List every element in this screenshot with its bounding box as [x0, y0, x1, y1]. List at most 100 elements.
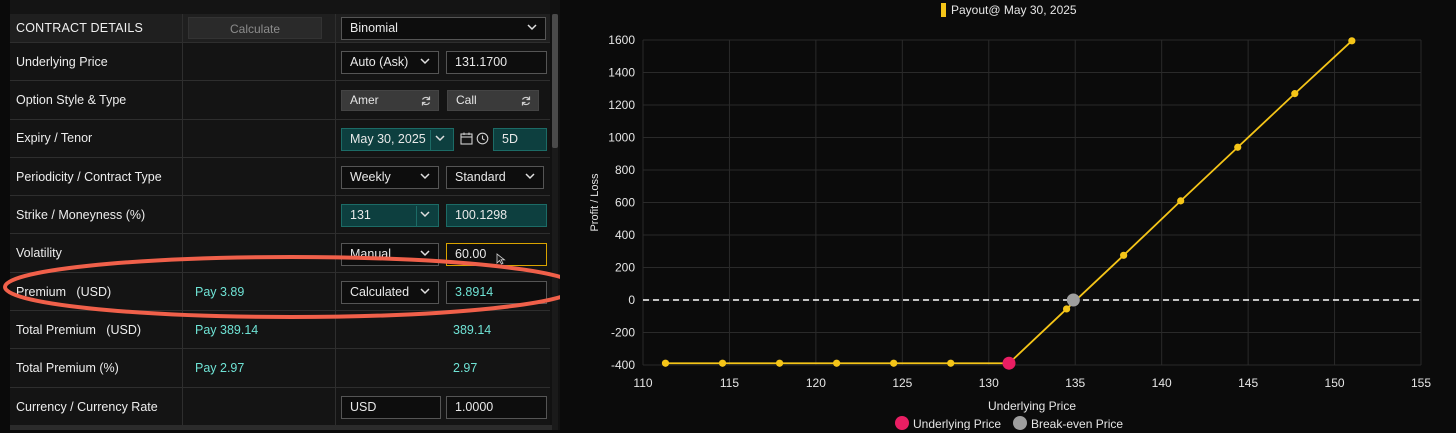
label-option-style-type: Option Style & Type	[16, 93, 127, 107]
row-divider	[10, 310, 550, 311]
label-total-premium-usd: Total Premium (USD)	[16, 323, 142, 337]
contract-type-select[interactable]: Standard	[446, 166, 544, 189]
label-periodicity: Periodicity / Contract Type	[16, 170, 162, 184]
row-divider	[10, 272, 550, 273]
currency-input[interactable]: USD	[341, 396, 441, 419]
x-tick-label: 115	[720, 376, 739, 390]
option-type-toggle[interactable]: Call	[447, 90, 539, 111]
expiry-date-value: May 30, 2025	[350, 132, 426, 146]
y-tick-label: 800	[615, 163, 635, 177]
y-axis-title: Profit / Loss	[589, 173, 601, 232]
calculate-button[interactable]: Calculate	[188, 17, 322, 39]
periodicity-value: Weekly	[350, 170, 391, 184]
contract-type-value: Standard	[455, 170, 506, 184]
field-separator	[430, 130, 431, 151]
y-tick-label: 0	[628, 293, 635, 307]
payout-point	[890, 359, 898, 367]
contract-table: CONTRACT DETAILS Calculate Underlying Pr…	[10, 0, 550, 430]
premium-value-field[interactable]: 3.8914	[446, 281, 547, 304]
row-divider	[10, 119, 550, 120]
volatility-mode-value: Manual	[350, 247, 391, 261]
payout-chart-panel: -400 -200 0 200 400 600 800 1000 1200 1400 1600 110…	[560, 0, 1456, 431]
payout-point	[1234, 143, 1242, 151]
chevron-down-icon	[419, 170, 431, 182]
moneyness-input[interactable]: 100.1298	[446, 204, 547, 227]
premium-pay-value: Pay 3.89	[195, 285, 245, 299]
pricing-model-select[interactable]: Binomial	[341, 17, 546, 40]
payout-point	[661, 359, 670, 367]
chevron-down-icon	[526, 21, 538, 33]
legend-payout-label: Payout@ May 30, 2025	[951, 3, 1077, 17]
x-tick-label: 110	[633, 376, 652, 390]
total-premium-pct-value: 2.97	[453, 361, 478, 375]
contract-details-title: CONTRACT DETAILS	[16, 21, 144, 35]
chevron-down-icon	[419, 55, 431, 67]
column-divider	[182, 14, 183, 430]
payout-chart: -400 -200 0 200 400 600 800 1000 1200 1400 1600 110…	[589, 3, 1431, 431]
option-style-value: Amer	[350, 93, 379, 107]
chevron-down-icon	[419, 208, 431, 220]
option-style-toggle[interactable]: Amer	[341, 90, 439, 111]
underlying-source-value: Auto (Ask)	[350, 55, 409, 69]
y-tick-label: 600	[615, 196, 635, 210]
y-tick-label: 1000	[608, 131, 635, 145]
y-tick-label: -400	[611, 358, 635, 372]
strike-select[interactable]: 131	[341, 204, 439, 227]
volatility-mode-select[interactable]: Manual	[341, 243, 439, 266]
strike-value: 131	[350, 208, 371, 222]
underlying-price-marker	[1002, 356, 1016, 370]
label-strike-moneyness: Strike / Moneyness (%)	[16, 208, 146, 222]
total-premium-pct-pay-value: Pay 2.97	[195, 361, 245, 375]
clock-icon[interactable]	[476, 132, 489, 148]
cursor-icon	[496, 253, 506, 268]
row-divider	[10, 348, 550, 349]
payout-point	[1291, 90, 1299, 98]
option-type-value: Call	[456, 93, 477, 107]
y-tick-label: 200	[615, 261, 635, 275]
x-axis-title: Underlying Price	[988, 399, 1076, 413]
underlying-source-select[interactable]: Auto (Ask)	[341, 51, 439, 74]
legend-breakeven-marker	[1013, 416, 1027, 430]
x-tick-label: 120	[806, 376, 826, 390]
legend-underlying-label: Underlying Price	[913, 417, 1001, 430]
legend-underlying-marker	[895, 416, 909, 430]
y-tick-label: 1200	[608, 98, 635, 112]
contract-panel: CONTRACT DETAILS Calculate Underlying Pr…	[0, 0, 560, 430]
premium-mode-value: Calculated	[350, 285, 410, 299]
calendar-icon[interactable]	[460, 132, 473, 148]
chevron-down-icon	[524, 170, 536, 182]
y-tick-label: 1400	[608, 66, 635, 80]
scrollbar-thumb[interactable]	[552, 14, 558, 148]
total-premium-pay-value: Pay 389.14	[195, 323, 259, 337]
payout-point	[1177, 197, 1185, 205]
expiry-date-select[interactable]: May 30, 2025	[341, 128, 454, 151]
label-premium: Premium (USD)	[16, 285, 112, 299]
payout-point	[1348, 37, 1356, 45]
y-tick-label: 1600	[608, 33, 635, 47]
underlying-price-input[interactable]: 131.1700	[446, 51, 547, 74]
row-divider	[10, 80, 550, 81]
payout-point	[947, 359, 955, 367]
legend-breakeven-label: Break-even Price	[1031, 417, 1123, 430]
payout-point	[1120, 251, 1128, 259]
x-tick-label: 135	[1065, 376, 1085, 390]
x-tick-label: 140	[1152, 376, 1172, 390]
row-divider	[10, 233, 550, 234]
refresh-icon	[520, 94, 532, 113]
chevron-down-icon	[434, 132, 446, 144]
refresh-icon	[420, 94, 432, 113]
premium-mode-select[interactable]: Calculated	[341, 281, 439, 304]
total-premium-value: 389.14	[453, 323, 492, 337]
horizontal-scrollbar[interactable]	[10, 425, 552, 430]
payout-point	[833, 359, 841, 367]
left-edge	[0, 0, 10, 430]
row-divider	[10, 157, 550, 158]
chevron-down-icon	[419, 285, 431, 297]
x-tick-label: 155	[1411, 376, 1431, 390]
label-volatility: Volatility	[16, 246, 62, 260]
periodicity-select[interactable]: Weekly	[341, 166, 439, 189]
x-tick-label: 125	[892, 376, 912, 390]
tenor-input[interactable]: 5D	[493, 128, 547, 151]
field-separator	[416, 206, 417, 227]
currency-rate-input[interactable]: 1.0000	[446, 396, 547, 419]
